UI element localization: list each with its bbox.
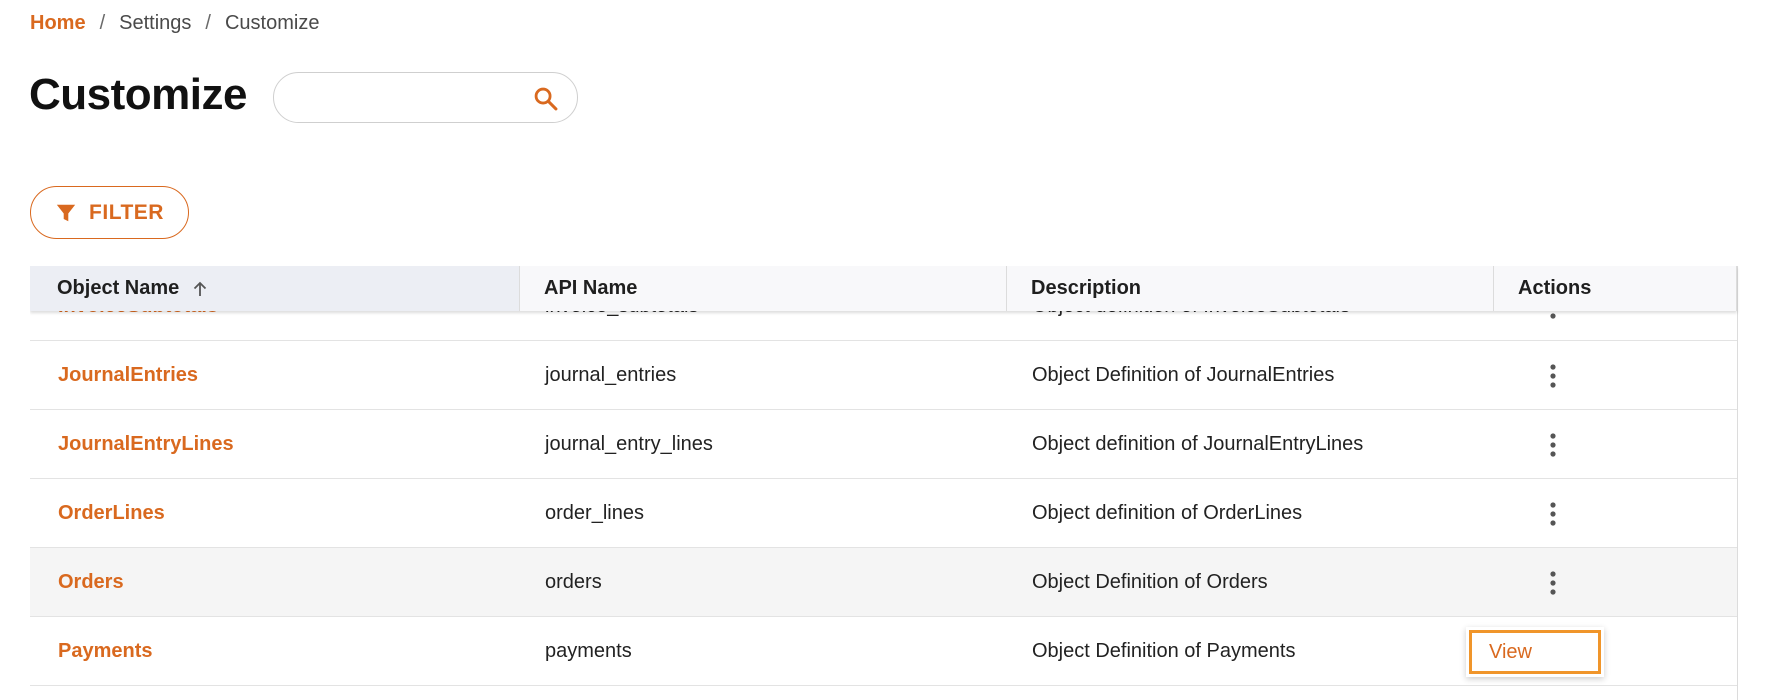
table-row: JournalEntries journal_entries Object De… [30, 341, 1737, 410]
api-name-cell: journal_entry_lines [545, 433, 713, 455]
row-actions-button[interactable] [1538, 479, 1568, 548]
kebab-menu-icon [1550, 501, 1556, 526]
kebab-menu-icon [1550, 570, 1556, 595]
sort-ascending-icon [194, 281, 207, 296]
api-name-cell: orders [545, 571, 602, 593]
object-name-link[interactable]: Payments [58, 617, 153, 686]
column-header-description: Description [1007, 266, 1494, 311]
page-title: Customize [29, 70, 247, 119]
table-row: OrderLines order_lines Object definition… [30, 479, 1737, 548]
object-name-link[interactable]: JournalEntryLines [58, 410, 234, 479]
object-name-link[interactable]: JournalEntries [58, 341, 198, 410]
object-name-link[interactable]: OrderLines [58, 479, 165, 548]
breadcrumb-separator: / [99, 11, 106, 34]
breadcrumb-separator: / [205, 11, 211, 34]
column-header-api-name: API Name [520, 266, 1007, 311]
breadcrumb: Home / Settings / Customize [30, 10, 319, 36]
row-actions-button[interactable] [1538, 410, 1568, 479]
row-actions-menu: View [1466, 627, 1604, 677]
api-name-cell: journal_entries [545, 364, 677, 386]
kebab-menu-icon [1550, 363, 1556, 388]
breadcrumb-settings-link[interactable]: Settings [119, 12, 191, 35]
description-cell: Object definition of JournalEntryLines [1032, 433, 1364, 455]
breadcrumb-current: Customize [224, 11, 320, 34]
column-header-actions: Actions [1494, 266, 1737, 311]
filter-button-label: FILTER [89, 200, 164, 224]
column-header-object-name[interactable]: Object Name [30, 266, 520, 311]
table-row: Orders orders Object Definition of Order… [30, 548, 1737, 617]
menu-item-view[interactable]: View [1469, 630, 1601, 674]
description-cell: Object definition of OrderLines [1032, 502, 1303, 524]
search-icon[interactable] [532, 85, 560, 113]
breadcrumb-home-link[interactable]: Home [30, 12, 86, 35]
row-actions-button[interactable] [1538, 341, 1568, 410]
search-input[interactable] [292, 83, 526, 115]
filter-icon [56, 204, 76, 221]
api-name-cell: payments [545, 640, 632, 662]
description-cell: Object Definition of Orders [1032, 571, 1268, 593]
object-name-link[interactable]: Orders [58, 548, 124, 617]
api-name-cell: order_lines [545, 502, 644, 524]
description-cell: Object Definition of JournalEntries [1032, 364, 1335, 386]
column-header-label: Object Name [57, 277, 180, 299]
table-scrollbar[interactable] [1737, 266, 1767, 700]
filter-button[interactable]: FILTER [30, 186, 189, 239]
search-box [273, 72, 578, 123]
description-cell: Object Definition of Payments [1032, 640, 1296, 662]
table-header: Object Name API Name Description Actions [30, 266, 1737, 311]
table-row: JournalEntryLines journal_entry_lines Ob… [30, 410, 1737, 479]
kebab-menu-icon [1550, 432, 1556, 457]
row-actions-button[interactable] [1538, 548, 1568, 617]
